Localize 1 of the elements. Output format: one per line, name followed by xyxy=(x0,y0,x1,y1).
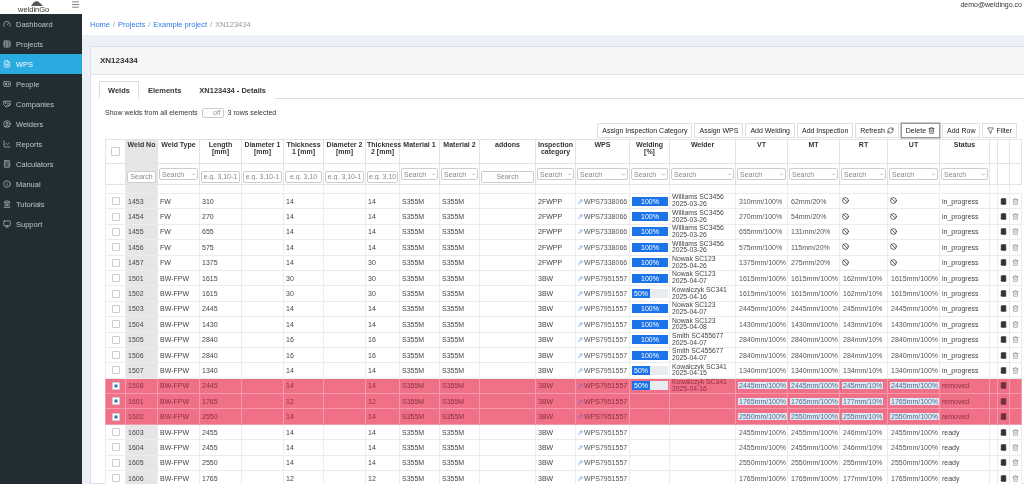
card-title: XN123434 xyxy=(100,56,138,65)
